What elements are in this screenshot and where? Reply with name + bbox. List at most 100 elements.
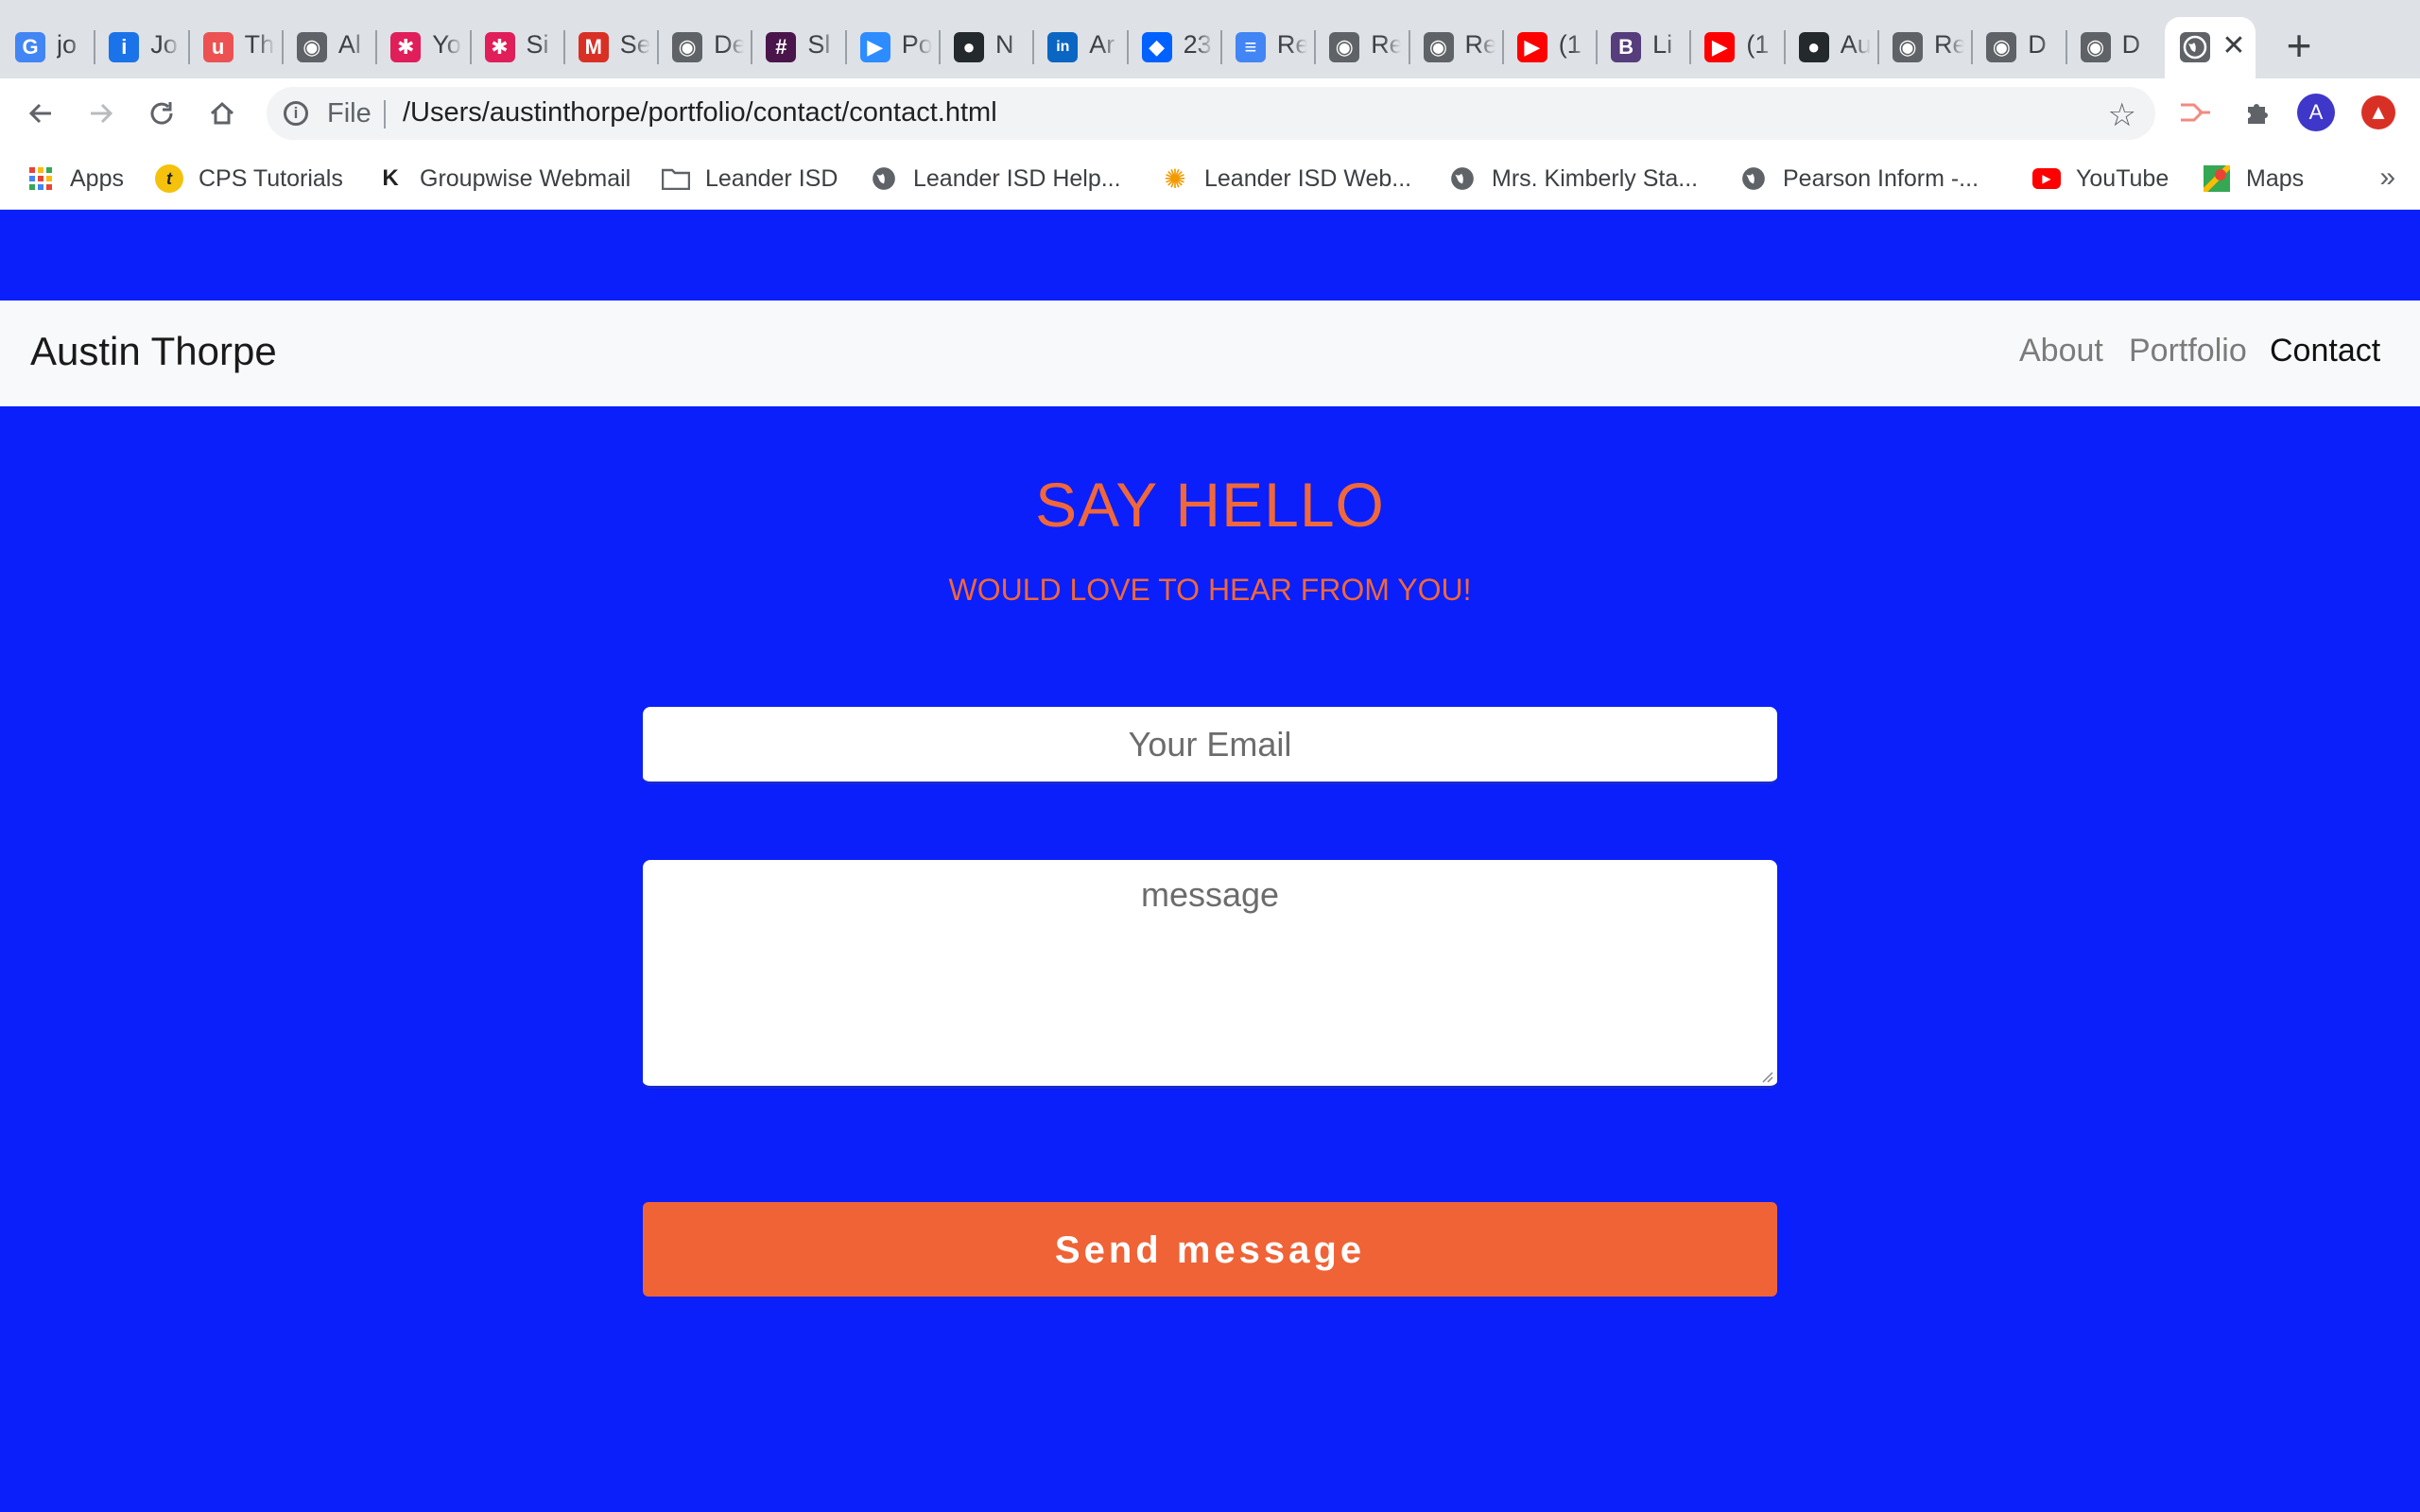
browser-tab[interactable]: ◉ De <box>657 17 751 78</box>
message-field[interactable] <box>643 860 1777 1089</box>
browser-tab[interactable]: ▶ Po <box>844 17 939 78</box>
browser-tab[interactable]: ◉ D <box>2065 17 2159 78</box>
omnibox-divider <box>384 100 386 129</box>
new-tab-button[interactable]: + <box>2280 23 2318 68</box>
tab-title: Au <box>1840 30 1871 59</box>
browser-tab-strip: Gjo i Jo u Th ◉ Al ✱ Yo ✱ Si M Se ◉ De # Sl ▶ Po ● Nin Ar ◆ 23 ≡… <box>0 0 2420 78</box>
browser-tab[interactable]: ● N <box>939 17 1032 78</box>
browser-tab[interactable]: B Li <box>1596 17 1689 78</box>
browser-tab[interactable]: ≡ Re <box>1219 17 1314 78</box>
url-scheme: File <box>327 98 372 129</box>
tab-title: Re <box>1934 30 1964 59</box>
tab-title: Yo <box>432 30 461 59</box>
browser-tab[interactable]: ◉ Re <box>1877 17 1971 78</box>
globe-icon: ◉ <box>1329 32 1360 62</box>
bootstrap-icon: B <box>1611 32 1642 62</box>
tab-separator <box>1126 30 1129 64</box>
avatar: A <box>2297 94 2335 131</box>
bookmark-item[interactable]: K Groupwise Webmail <box>376 160 631 198</box>
site-brand[interactable]: Austin Thorpe <box>30 329 277 374</box>
browser-tab[interactable]: Gjo <box>0 17 94 78</box>
bookmark-star-icon[interactable]: ☆ <box>2108 96 2136 134</box>
bookmark-item[interactable]: t CPS Tutorials <box>155 160 343 198</box>
bookmark-item[interactable]: Leander ISD Help... <box>870 160 1121 198</box>
tab-title: Re <box>1464 30 1495 59</box>
arrow-right-icon <box>91 103 113 124</box>
tab-separator <box>751 30 753 64</box>
tab-title: Si <box>526 30 549 59</box>
browser-tab[interactable]: in Ar <box>1032 17 1126 78</box>
close-tab-icon[interactable]: ✕ <box>2218 30 2250 62</box>
folder-icon <box>662 164 690 193</box>
bookmark-item[interactable]: ▶ YouTube <box>2032 160 2169 198</box>
profile-avatar[interactable]: A <box>2295 92 2337 133</box>
forward-button[interactable] <box>79 92 123 135</box>
zoom-icon: ▶ <box>859 32 890 62</box>
bookmark-label: Leander ISD <box>705 164 838 192</box>
globe-icon: ◉ <box>1423 32 1454 62</box>
tab-title: Jo <box>150 30 178 59</box>
dropbox-icon: ◆ <box>1141 32 1172 62</box>
browser-tab[interactable]: ▶ (1 <box>1689 17 1783 78</box>
tab-separator <box>657 30 660 64</box>
linkedin-icon: in <box>1047 32 1079 62</box>
bookmark-item[interactable]: Apps <box>26 160 124 198</box>
address-bar[interactable]: i File /Users/austinthorpe/portfolio/con… <box>267 87 2155 140</box>
bookmark-item[interactable]: Maps <box>2203 160 2304 198</box>
browser-tab[interactable]: M Se <box>562 17 657 78</box>
browser-tab[interactable]: ✱ Si <box>469 17 563 78</box>
bookmark-item[interactable]: Pearson Inform -... <box>1739 160 1979 198</box>
extensions-puzzle-icon[interactable] <box>2237 92 2278 133</box>
info-icon[interactable]: i <box>284 101 308 126</box>
extension-cast-icon[interactable] <box>2174 92 2216 133</box>
tab-separator <box>375 30 378 64</box>
browser-tab[interactable]: # Sl <box>751 17 844 78</box>
maps-icon <box>2203 164 2231 193</box>
tab-title: Re <box>1276 30 1307 59</box>
tab-title: Li <box>1652 30 1673 59</box>
url-text[interactable]: /Users/austinthorpe/portfolio/contact/co… <box>403 97 997 129</box>
nav-link-about[interactable]: About <box>2019 333 2103 369</box>
browser-tab[interactable]: ● Au <box>1783 17 1877 78</box>
bookmark-item[interactable]: ✺ Leander ISD Web... <box>1161 160 1411 198</box>
globe-icon: ◉ <box>2080 32 2111 62</box>
update-icon[interactable]: ▲ <box>2358 92 2399 133</box>
browser-tab[interactable]: ✱ Yo <box>375 17 469 78</box>
browser-tab[interactable]: ◉ Re <box>1314 17 1408 78</box>
bookmarks-overflow-button[interactable]: » <box>2379 162 2395 194</box>
send-message-button[interactable]: Send message <box>643 1202 1777 1297</box>
browser-tab[interactable]: u Th <box>187 17 282 78</box>
bookmark-label: Leander ISD Help... <box>913 164 1121 192</box>
nav-link-contact[interactable]: Contact <box>2270 333 2380 369</box>
tab-separator <box>187 30 190 64</box>
youtube-icon: ▶ <box>2032 168 2061 189</box>
browser-tab[interactable]: ◉ Al <box>281 17 375 78</box>
tab-title: (1 <box>1746 30 1770 59</box>
tab-title: D <box>2121 30 2141 59</box>
tab-title: Re <box>1371 30 1402 59</box>
bookmark-item[interactable]: Mrs. Kimberly Sta... <box>1448 160 1698 198</box>
back-button[interactable] <box>19 92 62 135</box>
browser-tab[interactable]: ◆ 23 <box>1126 17 1220 78</box>
nav-link-portfolio[interactable]: Portfolio <box>2129 333 2247 369</box>
udemy-icon: u <box>202 32 233 62</box>
bookmark-label: Pearson Inform -... <box>1783 164 1979 192</box>
bookmark-item[interactable]: Leander ISD <box>662 160 838 198</box>
gmail-icon: M <box>578 32 609 62</box>
tab-separator <box>1596 30 1599 64</box>
home-button[interactable] <box>200 92 244 135</box>
email-field[interactable] <box>643 707 1777 784</box>
resize-grip-icon[interactable] <box>1760 1070 1773 1083</box>
browser-tab[interactable]: i Jo <box>94 17 187 78</box>
arrow-left-icon <box>28 103 51 124</box>
browser-tab[interactable]: ◉ D <box>1971 17 2065 78</box>
tab-separator <box>1783 30 1786 64</box>
browser-tab[interactable]: ▶ (1 <box>1501 17 1596 78</box>
tab-title: 23 <box>1183 30 1212 59</box>
cps-icon: t <box>155 164 183 193</box>
browser-tab[interactable]: ◉ Re <box>1408 17 1502 78</box>
reload-button[interactable] <box>140 92 183 135</box>
globe-icon <box>870 164 898 193</box>
tab-active[interactable]: ✕ <box>2165 17 2256 78</box>
apps-grid-icon <box>26 164 55 193</box>
